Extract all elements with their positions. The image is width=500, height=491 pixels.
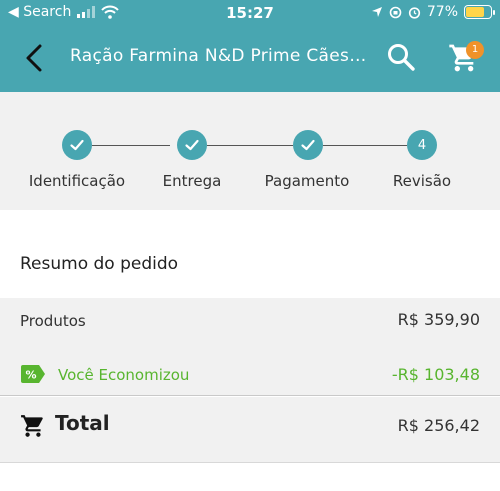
cart-count-badge: 1 <box>466 41 484 59</box>
status-bar: ◀ Search 15:27 77% <box>0 0 500 26</box>
battery-percent: 77% <box>426 4 458 20</box>
battery-icon <box>464 5 495 19</box>
alarm-icon <box>408 6 420 19</box>
svg-text:%: % <box>25 369 36 382</box>
products-summary-row: Produtos R$ 359,90 % Você Economizou -R$… <box>0 298 500 396</box>
checkout-progress: 4 Identificação Entrega Pagamento Revisã… <box>0 92 500 210</box>
search-icon[interactable] <box>386 42 416 72</box>
step-label-entrega: Entrega <box>162 172 222 190</box>
status-right: 77% <box>371 4 495 20</box>
order-summary-title: Resumo do pedido <box>20 254 179 274</box>
page-title: Ração Farmina N&D Prime Cães Adu... <box>70 46 370 66</box>
step-connector <box>207 145 293 146</box>
savings-label: Você Economizou <box>58 366 190 384</box>
step-label-pagamento: Pagamento <box>264 172 350 190</box>
location-arrow-icon <box>371 7 382 17</box>
total-value: R$ 256,42 <box>397 416 480 435</box>
orientation-lock-icon <box>389 6 402 18</box>
total-label: Total <box>55 411 110 435</box>
step-entrega-check-icon <box>177 130 207 160</box>
savings-value: -R$ 103,48 <box>391 365 480 384</box>
products-label: Produtos <box>20 312 86 330</box>
step-connector <box>323 145 407 146</box>
step-identificacao-check-icon <box>62 130 92 160</box>
navigation-bar: Ração Farmina N&D Prime Cães Adu... 1 <box>0 30 500 86</box>
products-value: R$ 359,90 <box>397 310 480 329</box>
discount-tag-icon: % <box>21 365 45 383</box>
step-revisao-number: 4 <box>407 130 437 160</box>
back-arrow-icon[interactable] <box>20 42 50 74</box>
step-pagamento-check-icon <box>293 130 323 160</box>
total-row: Total R$ 256,42 <box>0 397 500 463</box>
step-connector <box>92 145 170 146</box>
shopping-cart-icon <box>21 415 43 437</box>
step-label-identificacao: Identificação <box>28 172 126 190</box>
app-header: ◀ Search 15:27 77% Ração Farmina N&D Pri… <box>0 0 500 92</box>
step-label-revisao: Revisão <box>392 172 452 190</box>
